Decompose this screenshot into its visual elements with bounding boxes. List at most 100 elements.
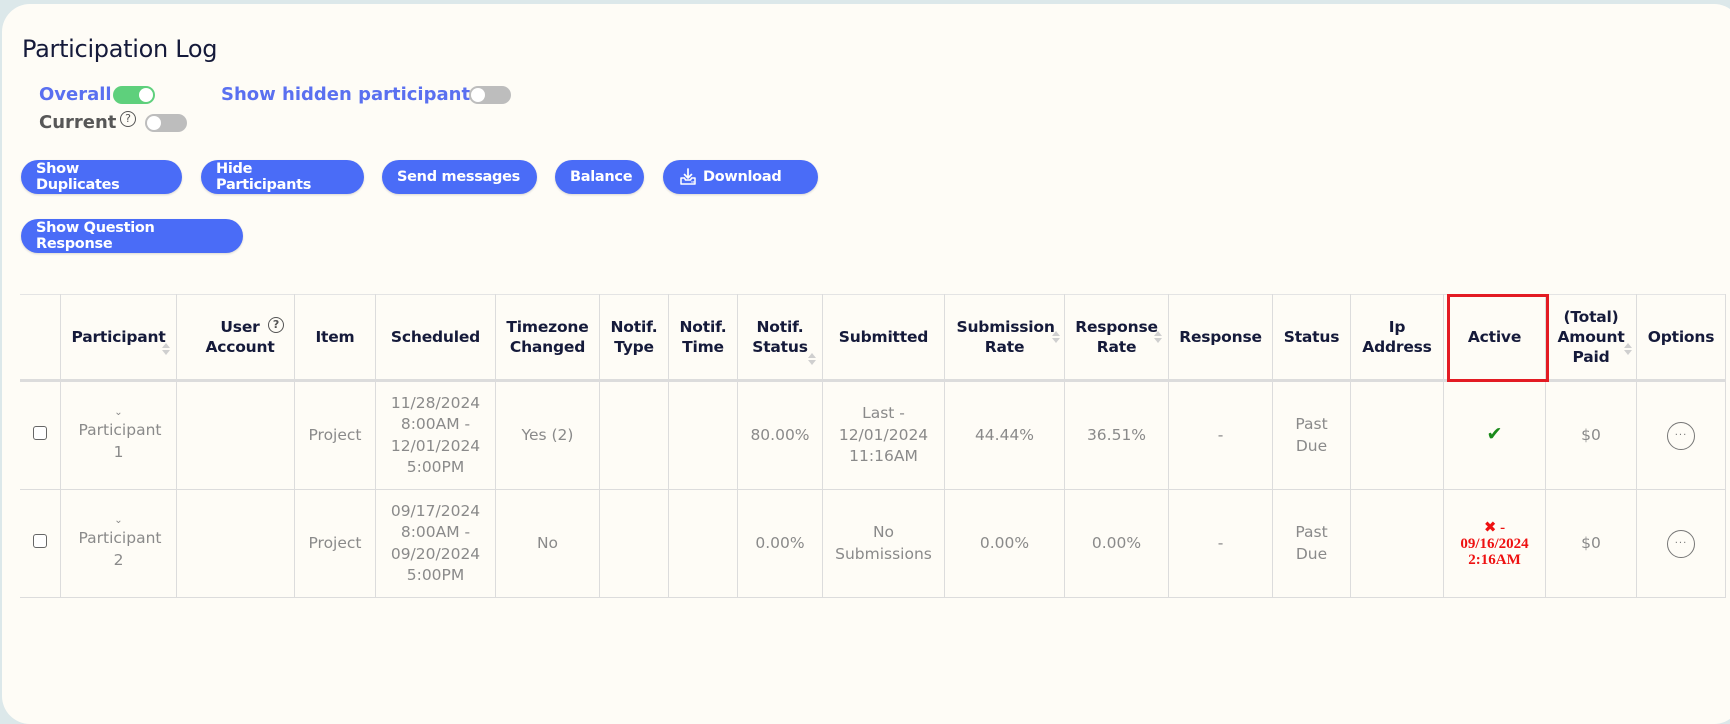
- col-notif-time-label: Notif. Time: [679, 318, 727, 356]
- col-active: Active: [1443, 294, 1546, 382]
- response-rate-cell: 0.00%: [1064, 489, 1169, 598]
- balance-label: Balance: [570, 169, 633, 185]
- balance-button[interactable]: Balance: [555, 160, 644, 194]
- notif-time-cell: [668, 380, 738, 490]
- participant-name[interactable]: Participant 1: [79, 420, 162, 463]
- ip-address-cell: [1350, 489, 1444, 598]
- toggle-knob: [139, 88, 153, 102]
- submitted-value: No Submissions: [835, 523, 932, 563]
- notif-status-cell: 0.00%: [737, 489, 823, 598]
- row-select-cell: [20, 380, 61, 490]
- x-icon: ✖: [1483, 518, 1497, 536]
- col-item-label: Item: [315, 328, 355, 346]
- col-submission-rate[interactable]: Submission Rate: [944, 294, 1065, 382]
- participant-name[interactable]: Participant 2: [79, 528, 162, 571]
- col-active-label: Active: [1467, 328, 1522, 346]
- question-circle-icon[interactable]: ?: [120, 111, 136, 127]
- col-amount-paid[interactable]: (Total) Amount Paid: [1545, 294, 1637, 382]
- send-messages-button[interactable]: Send messages: [382, 160, 537, 194]
- col-ip-address-label: Ip Address: [1362, 318, 1432, 356]
- participant-cell: ⌄ Participant 2: [60, 489, 177, 598]
- download-button[interactable]: Download: [663, 160, 818, 194]
- user-account-cell: [176, 489, 295, 598]
- sort-icon[interactable]: [1624, 343, 1632, 357]
- col-item: Item: [294, 294, 376, 382]
- timezone-changed-cell: Yes (2): [495, 380, 600, 490]
- col-response-label: Response: [1179, 328, 1262, 346]
- download-tray-icon: [680, 168, 696, 185]
- row-select-cell: [20, 489, 61, 598]
- show-question-response-label: Show Question Response: [36, 220, 155, 252]
- col-scheduled: Scheduled: [375, 294, 496, 382]
- col-participant-label: Participant: [71, 328, 166, 346]
- current-toggle-label: Current: [39, 112, 117, 133]
- col-notif-time: Notif. Time: [668, 294, 738, 382]
- col-options-label: Options: [1647, 328, 1715, 346]
- question-circle-icon[interactable]: ?: [268, 317, 284, 333]
- show-hidden-participants-toggle[interactable]: [469, 86, 511, 104]
- response-cell: -: [1168, 489, 1273, 598]
- ellipsis-icon[interactable]: ···: [1667, 421, 1695, 450]
- col-notif-type-label: Notif. Type: [610, 318, 658, 356]
- current-toggle[interactable]: [145, 114, 187, 132]
- col-notif-type: Notif. Type: [599, 294, 669, 382]
- show-question-response-button[interactable]: Show Question Response: [21, 219, 243, 253]
- submitted-value: Last - 12/01/2024 11:16AM: [838, 404, 929, 466]
- inactive-status: ✖ - 09/16/2024 2:16AM: [1455, 519, 1535, 568]
- table-header-row: Participant User Account ? Item Schedule…: [20, 294, 1726, 382]
- sort-icon[interactable]: [1154, 331, 1162, 345]
- toggle-knob: [147, 116, 161, 130]
- show-hidden-participants-label: Show hidden participants: [221, 84, 481, 105]
- col-notif-status-label: Notif. Status: [752, 318, 808, 356]
- ellipsis-icon[interactable]: ···: [1667, 529, 1695, 558]
- col-notif-status[interactable]: Notif. Status: [737, 294, 823, 382]
- overall-toggle-label: Overall: [39, 84, 112, 105]
- checkmark-icon: ✔: [1486, 423, 1503, 446]
- status-value: Past Due: [1295, 523, 1328, 563]
- scheduled-value: 11/28/2024 8:00AM - 12/01/2024 5:00PM: [390, 393, 481, 477]
- participation-table: Participant User Account ? Item Schedule…: [20, 294, 1726, 598]
- col-response-rate[interactable]: Response Rate: [1064, 294, 1169, 382]
- download-label: Download: [703, 169, 782, 185]
- row-checkbox[interactable]: [33, 533, 47, 548]
- submitted-cell: Last - 12/01/2024 11:16AM: [822, 380, 945, 490]
- user-account-cell: [176, 380, 295, 490]
- scheduled-value: 09/17/2024 8:00AM - 09/20/2024 5:00PM: [390, 501, 481, 585]
- response-rate-cell: 36.51%: [1064, 380, 1169, 490]
- item-cell: Project: [294, 380, 376, 490]
- col-submitted: Submitted: [822, 294, 945, 382]
- col-participant[interactable]: Participant: [60, 294, 177, 382]
- notif-status-cell: 80.00%: [737, 380, 823, 490]
- chevron-down-icon[interactable]: ⌄: [61, 516, 176, 526]
- scheduled-cell: 09/17/2024 8:00AM - 09/20/2024 5:00PM: [375, 489, 496, 598]
- item-cell: Project: [294, 489, 376, 598]
- sort-icon[interactable]: [808, 353, 816, 367]
- sort-icon[interactable]: [162, 343, 170, 357]
- participant-cell: ⌄ Participant 1: [60, 380, 177, 490]
- notif-type-cell: [599, 489, 669, 598]
- options-cell: ···: [1636, 489, 1726, 598]
- options-cell: ···: [1636, 380, 1726, 490]
- col-submission-rate-label: Submission Rate: [956, 318, 1055, 356]
- status-cell: Past Due: [1272, 380, 1351, 490]
- col-status-label: Status: [1283, 328, 1340, 346]
- send-messages-label: Send messages: [397, 169, 520, 185]
- col-timezone-changed-label: Timezone Changed: [506, 318, 589, 356]
- toggle-knob: [471, 88, 485, 102]
- col-response-rate-label: Response Rate: [1075, 318, 1158, 356]
- scheduled-cell: 11/28/2024 8:00AM - 12/01/2024 5:00PM: [375, 380, 496, 490]
- hide-participants-label: Hide Participants: [216, 161, 312, 193]
- row-checkbox[interactable]: [33, 425, 47, 440]
- chevron-down-icon[interactable]: ⌄: [61, 408, 176, 418]
- show-duplicates-label: Show Duplicates: [36, 161, 120, 193]
- col-user-account: User Account ?: [176, 294, 295, 382]
- status-cell: Past Due: [1272, 489, 1351, 598]
- status-value: Past Due: [1295, 415, 1328, 455]
- active-cell: ✖ - 09/16/2024 2:16AM: [1443, 489, 1546, 598]
- submitted-cell: No Submissions: [822, 489, 945, 598]
- sort-icon[interactable]: [1052, 331, 1060, 345]
- show-duplicates-button[interactable]: Show Duplicates: [21, 160, 182, 194]
- hide-participants-button[interactable]: Hide Participants: [201, 160, 364, 194]
- active-cell: ✔: [1443, 380, 1546, 490]
- overall-toggle[interactable]: [113, 86, 155, 104]
